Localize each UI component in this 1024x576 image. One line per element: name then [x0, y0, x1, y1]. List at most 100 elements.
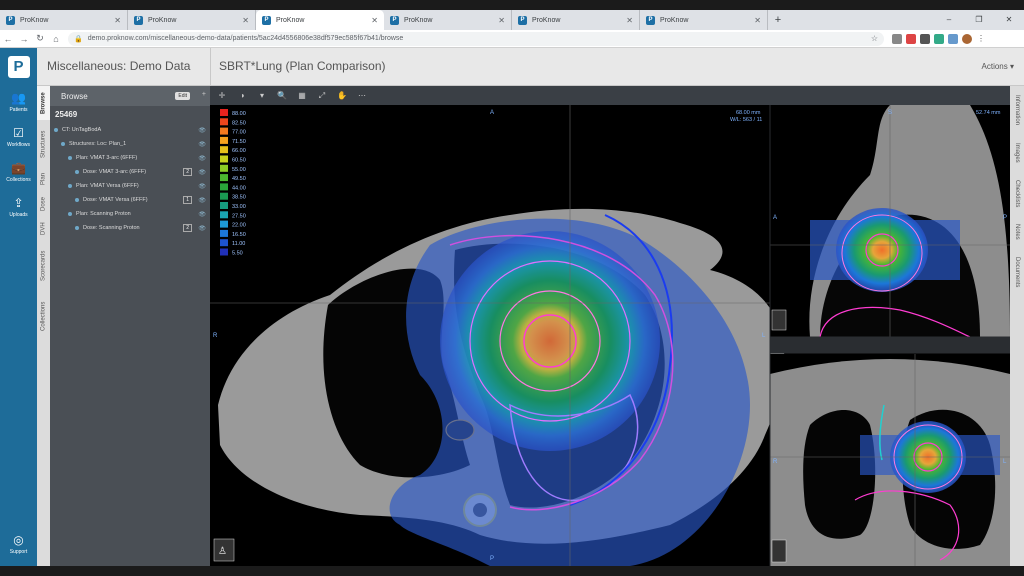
new-tab-button[interactable]: + [768, 10, 788, 30]
close-tab-icon[interactable]: ✕ [114, 16, 121, 25]
nav-label: Workflows [7, 142, 30, 148]
tree-item[interactable]: Plan: VMAT Versa (6FFF) 👁 [50, 179, 210, 193]
extension-icon[interactable] [948, 33, 958, 44]
tree-item[interactable]: Dose: Scanning Proton 2 👁 [50, 221, 210, 235]
tab-collections[interactable]: Collections [37, 292, 50, 340]
tab-title: ProKnow [148, 16, 177, 24]
pan-tool-icon[interactable]: ✋ [337, 91, 347, 100]
tree-item[interactable]: Structures: Loc: Plan_1 👁 [50, 137, 210, 151]
sagittal-view[interactable]: S A P 52.74 mm [770, 105, 1010, 338]
menu-kebab-icon[interactable]: ⋮ [976, 33, 986, 44]
tree-item[interactable]: Plan: Scanning Proton 👁 [50, 207, 210, 221]
nav-collections[interactable]: 💼 Collections [0, 155, 37, 190]
nav-support[interactable]: ◎ Support [0, 527, 37, 562]
close-tab-icon[interactable]: ✕ [371, 16, 378, 25]
tab-plan[interactable]: Plan [37, 168, 50, 190]
tree-item-label: Plan: VMAT 3-arc (6FFF) [76, 155, 138, 161]
extension-icon[interactable] [934, 33, 944, 44]
tab-documents[interactable]: Documents [1010, 248, 1024, 296]
close-tab-icon[interactable]: ✕ [754, 16, 761, 25]
image-viewer[interactable]: ✛ ◑ ▾ 🔍 ▦ ⤢ ✋ ⋯ A P R L 68.00 mm W/L: 56… [210, 86, 1010, 566]
home-icon[interactable]: ⌂ [48, 34, 64, 44]
legend-swatch [220, 146, 228, 154]
address-bar-row: ← → ↻ ⌂ 🔒 demo.proknow.com/miscellaneous… [0, 30, 1024, 48]
viewer-canvas[interactable]: A P R L 68.00 mm W/L: 563 / 11 ♙ 88.00 82… [210, 105, 1010, 566]
legend-swatch [220, 127, 228, 135]
tree-bullet-icon [75, 226, 79, 230]
tab-browse[interactable]: Browse [37, 86, 50, 120]
tab-dvh[interactable]: DVH [37, 218, 50, 240]
fit-tool-icon[interactable]: ⤢ [317, 91, 327, 101]
close-tab-icon[interactable]: ✕ [626, 16, 633, 25]
url-input[interactable]: 🔒 demo.proknow.com/miscellaneous-demo-da… [68, 31, 884, 46]
briefcase-icon: 💼 [11, 161, 26, 175]
bookmark-star-icon[interactable]: ☆ [871, 34, 878, 43]
layout-tool-icon[interactable]: ▦ [297, 91, 307, 100]
tree-bullet-icon [68, 156, 72, 160]
browser-tab[interactable]: P ProKnow ✕ [0, 10, 128, 30]
legend-value: 88.00 [232, 111, 246, 117]
legend-value: 71.50 [232, 139, 246, 145]
tree-item[interactable]: Plan: VMAT 3-arc (6FFF) 👁 [50, 151, 210, 165]
forward-icon[interactable]: → [16, 34, 32, 44]
more-tools-icon[interactable]: ⋯ [357, 91, 367, 100]
nav-label: Support [9, 549, 28, 555]
crosshair-tool-icon[interactable]: ✛ [217, 91, 227, 100]
browser-tab[interactable]: P ProKnow ✕ [512, 10, 640, 30]
tab-dose[interactable]: Dose [37, 192, 50, 216]
add-icon[interactable]: + [202, 91, 206, 98]
tab-notes[interactable]: Notes [1010, 218, 1024, 246]
extension-icon[interactable] [892, 33, 902, 44]
dropdown-chevron-icon[interactable]: ▾ [257, 91, 267, 100]
visibility-eye-icon[interactable]: 👁 [198, 155, 206, 162]
back-icon[interactable]: ← [0, 34, 16, 44]
proknow-logo[interactable]: P [0, 48, 37, 85]
edit-button[interactable]: Edit [175, 92, 190, 100]
legend-swatch [220, 118, 228, 126]
tree-item[interactable]: Dose: VMAT Versa (6FFF) 1 👁 [50, 193, 210, 207]
zoom-tool-icon[interactable]: 🔍 [277, 91, 287, 100]
browser-tab[interactable]: P ProKnow ✕ [128, 10, 256, 30]
page-header: Miscellaneous: Demo Data SBRT*Lung (Plan… [37, 48, 1024, 86]
close-tab-icon[interactable]: ✕ [498, 16, 505, 25]
visibility-eye-icon[interactable]: 👁 [198, 141, 206, 148]
axial-view[interactable]: A P R L 68.00 mm W/L: 563 / 11 ♙ [210, 105, 785, 566]
tab-images[interactable]: Images [1010, 136, 1024, 170]
browser-tab-active[interactable]: P ProKnow ✕ [256, 10, 384, 30]
extension-icon[interactable] [906, 33, 916, 44]
coronal-view[interactable]: S R L -58.81 mm [770, 347, 1010, 566]
tab-scorecards[interactable]: Scorecards [37, 242, 50, 290]
tab-information[interactable]: Information [1010, 86, 1024, 134]
tree-item[interactable]: CT: UnTagBodA 👁 [50, 123, 210, 137]
collection-title[interactable]: Miscellaneous: Demo Data [47, 59, 190, 73]
restore-button[interactable]: ❐ [964, 10, 994, 30]
legend-value: 16.50 [232, 232, 246, 238]
window-level-tool-icon[interactable]: ◑ [237, 91, 247, 100]
extension-icon[interactable] [920, 33, 930, 44]
tab-checklists[interactable]: Checklists [1010, 172, 1024, 216]
visibility-eye-icon[interactable]: 👁 [198, 197, 206, 204]
minimize-button[interactable]: – [934, 10, 964, 30]
nav-workflows[interactable]: ☑ Workflows [0, 120, 37, 155]
reload-icon[interactable]: ↻ [32, 33, 48, 44]
actions-menu[interactable]: Actions ▾ [982, 62, 1014, 71]
header-divider [210, 48, 211, 86]
visibility-eye-icon[interactable]: 👁 [198, 127, 206, 134]
close-tab-icon[interactable]: ✕ [242, 16, 249, 25]
dose-count-badge: 2 [183, 168, 192, 176]
proknow-favicon: P [262, 15, 271, 25]
upload-icon: ⇪ [13, 196, 24, 210]
tab-structures[interactable]: Structures [37, 122, 50, 166]
profile-avatar[interactable] [962, 33, 972, 44]
visibility-eye-icon[interactable]: 👁 [198, 183, 206, 190]
nav-uploads[interactable]: ⇪ Uploads [0, 190, 37, 225]
tree-bullet-icon [54, 128, 58, 132]
nav-patients[interactable]: 👥 Patients [0, 85, 37, 120]
close-window-button[interactable]: ✕ [994, 10, 1024, 30]
visibility-eye-icon[interactable]: 👁 [198, 169, 206, 176]
browser-tab[interactable]: P ProKnow ✕ [384, 10, 512, 30]
browser-tab[interactable]: P ProKnow ✕ [640, 10, 768, 30]
visibility-eye-icon[interactable]: 👁 [198, 211, 206, 218]
visibility-eye-icon[interactable]: 👁 [198, 225, 206, 232]
tree-item[interactable]: Dose: VMAT 3-arc (6FFF) 2 👁 [50, 165, 210, 179]
